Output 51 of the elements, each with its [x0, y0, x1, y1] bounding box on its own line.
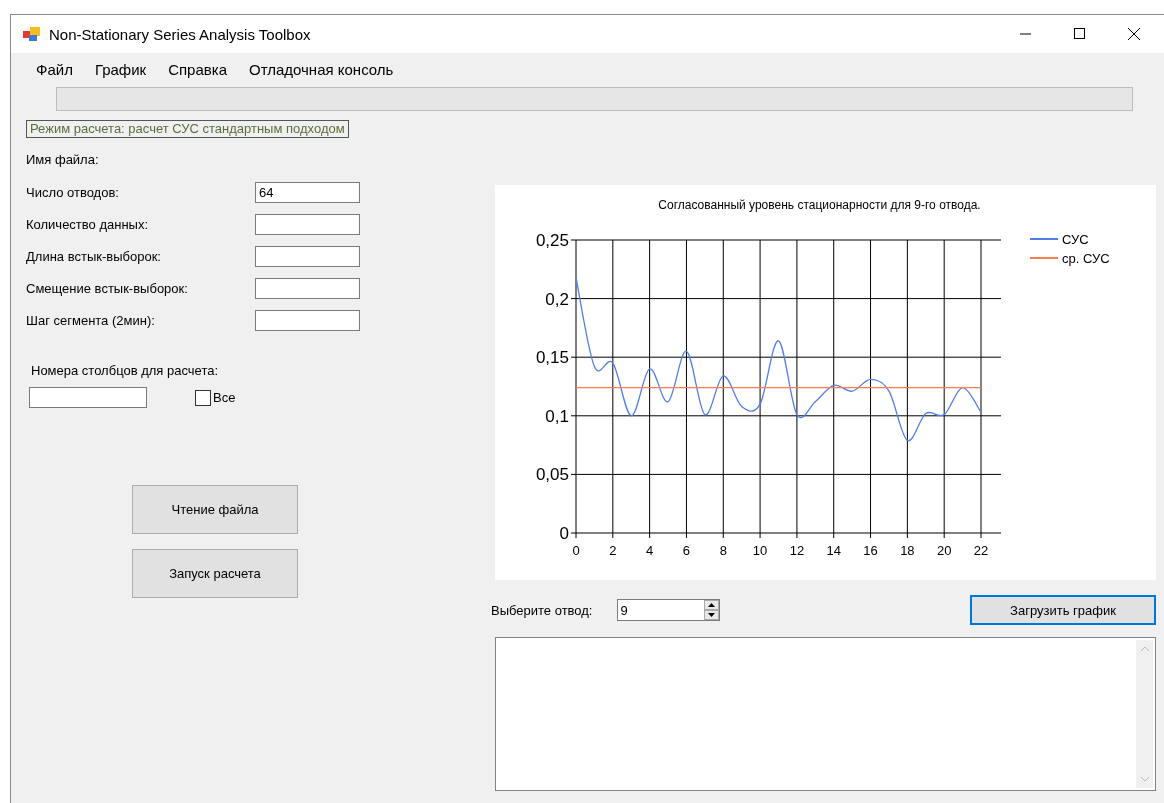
y-tick-label: 0,25: [535, 231, 569, 250]
field-label: Количество данных:: [26, 216, 150, 232]
input-field[interactable]: [255, 245, 360, 267]
x-tick-label: 0: [572, 543, 580, 558]
y-tick-label: 0,2: [545, 289, 569, 309]
close-icon: [1128, 28, 1140, 40]
columns-field[interactable]: [29, 387, 147, 408]
legend-label: СУС: [1062, 232, 1089, 247]
input-field[interactable]: 64: [255, 181, 360, 203]
input-field[interactable]: [255, 277, 360, 299]
file-name-label: Имя файла:: [26, 152, 100, 167]
x-tick-label: 16: [863, 543, 878, 558]
menu-item[interactable]: Отладочная консоль: [238, 60, 405, 78]
action-button[interactable]: Запуск расчета: [132, 549, 298, 598]
x-tick-label: 4: [646, 543, 654, 558]
menu-item[interactable]: График: [83, 60, 158, 78]
columns-label: Номера столбцов для расчета:: [31, 363, 220, 378]
spin-arrows-icon[interactable]: [703, 600, 719, 620]
field-label: Число отводов:: [26, 184, 120, 200]
x-tick-label: 12: [789, 543, 805, 558]
field-label: Шаг сегмента (2мин):: [26, 312, 156, 328]
x-tick-label: 10: [752, 543, 768, 558]
y-tick-label: 0,05: [535, 465, 569, 485]
mode-label: Режим расчета: расчет СУС стандартным подходом: [26, 120, 349, 138]
legend-label: ср. СУС: [1062, 251, 1110, 266]
x-tick-label: 6: [682, 543, 691, 558]
x-tick-label: 20: [936, 543, 952, 558]
field-label: Смещение встык-выборок:: [26, 280, 189, 296]
input-field[interactable]: [255, 309, 360, 331]
y-tick-label: 0,1: [545, 406, 569, 426]
x-tick-label: 18: [900, 543, 915, 558]
x-tick-label: 2: [609, 543, 617, 558]
window-title: Non-Stationary Series Analysis Toolbox: [49, 25, 312, 43]
x-tick-label: 22: [973, 543, 989, 558]
maximize-icon: [1074, 28, 1086, 40]
lead-label: Выберите отвод:: [491, 602, 593, 618]
x-tick-label: 14: [826, 543, 841, 558]
all-checkbox[interactable]: Все: [195, 389, 236, 406]
menu-item[interactable]: Справка: [157, 60, 238, 78]
menu-item[interactable]: Файл: [25, 60, 84, 78]
checkbox[interactable]: [195, 389, 211, 406]
x-tick-label: 8: [719, 543, 727, 558]
app-icon: [23, 26, 41, 42]
input-field[interactable]: [255, 213, 360, 235]
y-tick-label: 0,15: [535, 348, 569, 368]
action-button[interactable]: Чтение файла: [132, 485, 298, 534]
load-chart-button[interactable]: Загрузить график: [970, 595, 1156, 625]
chart-title: Согласованный уровень стационарности для 9-го отвода.: [658, 198, 981, 212]
field-label: Длина встык-выборок:: [26, 248, 162, 264]
y-tick-label: 0: [559, 524, 569, 543]
lead-spinner[interactable]: 9: [616, 599, 720, 621]
